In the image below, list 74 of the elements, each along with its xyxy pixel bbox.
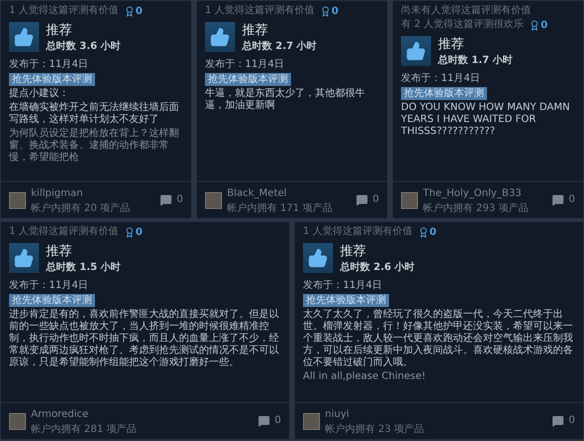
posted-date: 发布于：11月4日 [205, 58, 286, 71]
avatar[interactable] [303, 412, 320, 430]
comment-count: 0 [274, 415, 281, 427]
award-icon[interactable] [320, 6, 331, 16]
thumbs-up-icon [9, 22, 39, 52]
avatar[interactable] [205, 192, 222, 208]
product-count: 帐户内拥有 171 项产品 [227, 203, 332, 214]
comment-icon[interactable] [160, 194, 172, 206]
thumbs-up-icon [401, 36, 431, 66]
author-name[interactable]: killpigman [31, 188, 83, 199]
thumbs-up-icon [9, 243, 39, 273]
review-text: 在墙确实被炸开之前无法继续往墙后面写路线，这样对单计划太不友好了 [9, 102, 180, 126]
award-icon[interactable] [124, 6, 135, 16]
award-count: 0 [430, 226, 437, 238]
comment-icon[interactable] [552, 415, 564, 427]
play-hours: 总时数 3.6 小时 [46, 40, 121, 53]
play-hours: 总时数 2.6 小时 [340, 260, 415, 274]
product-count: 帐户内拥有 293 项产品 [423, 203, 528, 214]
comment-count: 0 [372, 194, 379, 206]
product-count: 帐户内拥有 281 项产品 [31, 424, 136, 435]
comment-count: 0 [176, 194, 183, 206]
verdict-title: 推荐 [242, 22, 269, 39]
comment-icon[interactable] [552, 194, 564, 206]
award-icon[interactable] [124, 226, 135, 238]
award-count: 0 [540, 20, 548, 30]
helpful-note: 1 人觉得这篇评测有价值 [205, 5, 315, 17]
award-count: 0 [136, 226, 143, 238]
play-hours: 总时数 2.7 小时 [242, 40, 317, 53]
product-count: 帐户内拥有 23 项产品 [325, 424, 424, 435]
play-hours: 总时数 1.7 小时 [438, 54, 513, 67]
review-text: 提点小建议： [9, 88, 70, 100]
comment-count: 0 [568, 194, 575, 206]
early-access-tag: 抢先体验版本评测 [401, 87, 487, 100]
award-icon[interactable] [418, 226, 429, 238]
thumbs-up-icon [205, 22, 235, 52]
review-text: 为何队员设定是把枪放在背上？这样翻窗、换战术装备、逮捕的动作都非常慢，希望能把枪 [9, 128, 180, 164]
verdict-title: 推荐 [46, 243, 73, 260]
author-name[interactable]: niuyi [325, 409, 350, 420]
author-name[interactable]: Armoredice [31, 409, 88, 420]
verdict-title: 推荐 [340, 243, 367, 260]
avatar[interactable] [9, 192, 26, 208]
helpful-note: 尚未有人觉得这篇评测有价值 [401, 5, 531, 17]
author-name[interactable]: The_Holy_Only_B33 [423, 188, 522, 199]
posted-date: 发布于：11月4日 [401, 72, 482, 85]
early-access-tag: 抢先体验版本评测 [9, 294, 95, 307]
award-icon[interactable] [528, 20, 540, 30]
award-count: 0 [332, 6, 339, 16]
review-text: 牛逼，就是东西太少了，其他都很牛逼，加油更新啊 [205, 88, 366, 112]
early-access-tag: 抢先体验版本评测 [9, 73, 95, 86]
helpful-note: 有 2 人觉得这篇评测很欢乐 [401, 19, 524, 31]
author-name[interactable]: Black_Metel [227, 188, 287, 199]
verdict-title: 推荐 [46, 22, 73, 39]
comment-count: 0 [568, 415, 575, 427]
verdict-title: 推荐 [438, 36, 465, 53]
award-count: 0 [136, 6, 143, 16]
posted-date: 发布于：11月4日 [9, 58, 90, 71]
helpful-note: 1 人觉得这篇评测有价值 [9, 226, 119, 238]
avatar[interactable] [9, 412, 26, 430]
posted-date: 发布于：11月4日 [303, 279, 384, 292]
review-text: 进步肯定是有的，喜欢前作警匪大战的直接买就对了。但是以前的一些缺点也被放大了，当人挤到一堆的时候很难精准控制，执行动作也时不时抽下疯，而且人的血量上涨了不少，经常就变成两边疯狂对枪了。考虑到抢先测试的情况不是不可以原谅，只是希望能制作组能把这个游戏打磨好一些。 [9, 309, 280, 369]
review-text: 太久了太久了，曾经玩了很久的盗版一代，今天二代终于出世。榴弹发射器，行！好像其他护甲还没实装，希望可以来一个重装战士，敌人较一代更喜欢跑动还会对空气输出来压制我方，可以在后续更新中加入夜间战斗。喜欢硬核战术游戏的各位不要错过破门而入哦。 [303, 309, 574, 369]
thumbs-up-icon [303, 243, 333, 273]
play-hours: 总时数 1.5 小时 [46, 260, 121, 274]
helpful-note: 1 人觉得这篇评测有价值 [303, 226, 413, 238]
review-text: DO YOU KNOW HOW MANY DAMN YEARS I HAVE WAITED FOR THISSS??????????? [401, 102, 571, 138]
comment-icon[interactable] [356, 194, 368, 206]
early-access-tag: 抢先体验版本评测 [205, 73, 291, 86]
helpful-note: 1 人觉得这篇评测有价值 [9, 5, 119, 17]
comment-icon[interactable] [258, 415, 270, 427]
early-access-tag: 抢先体验版本评测 [303, 294, 389, 307]
posted-date: 发布于：11月4日 [9, 279, 90, 292]
avatar[interactable] [401, 192, 418, 208]
review-text: All in all,please Chinese! [303, 371, 427, 383]
product-count: 帐户内拥有 20 项产品 [31, 203, 130, 214]
